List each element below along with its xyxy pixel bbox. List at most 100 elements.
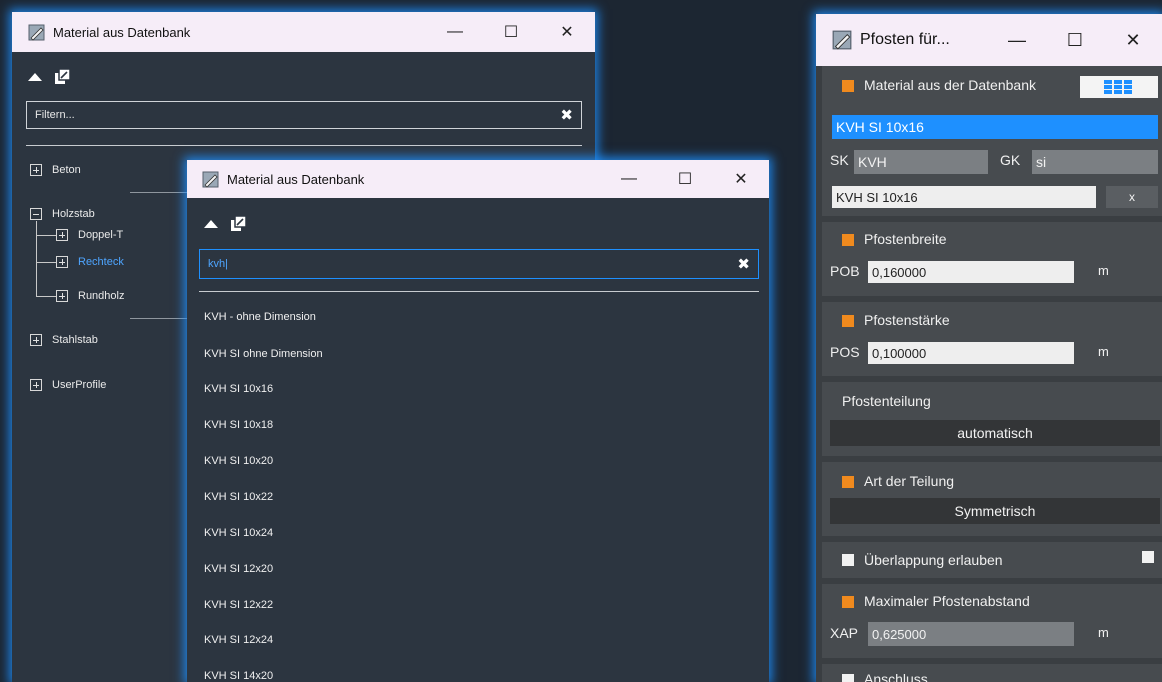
pos-label: POS xyxy=(830,344,860,360)
minimize-button[interactable]: — xyxy=(427,12,483,52)
maximize-button[interactable]: ☐ xyxy=(1046,14,1104,66)
expand-icon[interactable] xyxy=(30,164,42,176)
max-abstand-group: Maximaler Pfostenabstand XAP 0,625000 m xyxy=(822,584,1162,658)
tree-node-userprofile[interactable]: UserProfile xyxy=(30,379,106,391)
pfostenstaerke-group: Pfostenstärke POS 0,100000 m xyxy=(822,302,1162,376)
app-icon xyxy=(28,24,45,41)
pfostenteilung-label: Pfostenteilung xyxy=(842,393,931,409)
window1-title: Material aus Datenbank xyxy=(53,24,191,40)
tree-node-doppel-t[interactable]: Doppel-T xyxy=(56,229,123,241)
list-item[interactable]: KVH SI 10x24 xyxy=(204,527,273,539)
pfostenstaerke-label: Pfostenstärke xyxy=(864,312,950,328)
anschluss-label: Anschluss xyxy=(864,671,928,682)
list-item[interactable]: KVH SI 10x16 xyxy=(204,383,273,395)
window2-title: Material aus Datenbank xyxy=(227,171,365,187)
pob-label: POB xyxy=(830,263,860,279)
list-item[interactable]: KVH SI 12x24 xyxy=(204,634,273,646)
maximize-button[interactable]: ☐ xyxy=(657,160,713,198)
tree-node-rundholz[interactable]: Rundholz xyxy=(56,290,124,302)
gk-label: GK xyxy=(1000,152,1021,168)
list-item[interactable]: KVH SI 12x20 xyxy=(204,563,273,575)
material-selected-field[interactable]: KVH SI 10x16 xyxy=(832,115,1158,139)
ueberlappung-toggle[interactable] xyxy=(1142,551,1154,563)
app-icon xyxy=(832,30,852,50)
expand-icon[interactable] xyxy=(30,379,42,391)
expand-icon[interactable] xyxy=(56,290,68,302)
xap-input[interactable]: 0,625000 xyxy=(868,622,1074,646)
anschluss-checkbox[interactable] xyxy=(842,674,854,682)
collapse-up-icon[interactable] xyxy=(28,73,42,81)
pfostenteilung-dropdown[interactable]: automatisch xyxy=(830,420,1160,446)
list-item[interactable]: KVH SI 10x22 xyxy=(204,491,273,503)
xap-label: XAP xyxy=(830,625,859,641)
tree-node-holzstab[interactable]: Holzstab xyxy=(30,208,95,220)
filter-input[interactable]: Filtern... ✖ xyxy=(26,101,582,129)
list-item[interactable]: KVH - ohne Dimension xyxy=(204,311,316,323)
pob-input[interactable]: 0,160000 xyxy=(868,261,1074,283)
material-label: Material aus der Datenbank xyxy=(864,77,1036,93)
window2-titlebar[interactable]: Material aus Datenbank — ☐ ✕ xyxy=(187,160,769,198)
material-window-2: Material aus Datenbank — ☐ ✕ kvh| ✖ KVH … xyxy=(187,160,769,682)
max-abstand-checkbox[interactable] xyxy=(842,596,854,608)
xap-unit: m xyxy=(1098,625,1109,640)
window1-titlebar[interactable]: Material aus Datenbank — ☐ ✕ xyxy=(12,12,595,52)
minimize-button[interactable]: — xyxy=(988,14,1046,66)
database-grid-icon[interactable] xyxy=(1080,76,1158,98)
clear-search-icon[interactable]: ✖ xyxy=(737,255,750,273)
maximize-button[interactable]: ☐ xyxy=(483,12,539,52)
material-group: Material aus der Datenbank KVH SI 10x16 … xyxy=(822,66,1162,216)
collapse-icon[interactable] xyxy=(30,208,42,220)
expand-icon[interactable] xyxy=(30,334,42,346)
app-icon xyxy=(202,171,219,188)
open-external-icon[interactable] xyxy=(230,216,246,232)
material-clear-button[interactable]: x xyxy=(1106,186,1158,208)
max-abstand-label: Maximaler Pfostenabstand xyxy=(864,593,1030,609)
list-item[interactable]: KVH SI 10x20 xyxy=(204,455,273,467)
divider xyxy=(199,291,759,292)
filter-placeholder: Filtern... xyxy=(35,109,75,121)
pfostenbreite-group: Pfostenbreite POB 0,160000 m xyxy=(822,222,1162,296)
anschluss-group: Anschluss xyxy=(822,664,1162,682)
expand-icon[interactable] xyxy=(56,256,68,268)
list-item[interactable]: KVH SI 12x22 xyxy=(204,599,273,611)
pob-unit: m xyxy=(1098,263,1109,278)
minimize-button[interactable]: — xyxy=(601,160,657,198)
expand-icon[interactable] xyxy=(56,229,68,241)
pfostenteilung-group: Pfostenteilung automatisch xyxy=(822,382,1162,456)
search-input[interactable]: kvh| ✖ xyxy=(199,249,759,279)
material-name-field[interactable]: KVH SI 10x16 xyxy=(832,186,1096,208)
ueberlappung-checkbox[interactable] xyxy=(842,554,854,566)
sk-label: SK xyxy=(830,152,849,168)
pfostenbreite-label: Pfostenbreite xyxy=(864,231,947,247)
window3-title: Pfosten für... xyxy=(860,31,950,48)
art-teilung-label: Art der Teilung xyxy=(864,473,955,489)
tree-node-beton[interactable]: Beton xyxy=(30,164,81,176)
divider xyxy=(26,145,582,146)
sk-field[interactable]: KVH xyxy=(854,150,988,174)
search-value: kvh| xyxy=(208,258,228,270)
open-external-icon[interactable] xyxy=(54,69,70,85)
material-checkbox[interactable] xyxy=(842,80,854,92)
pfostenbreite-checkbox[interactable] xyxy=(842,234,854,246)
pos-unit: m xyxy=(1098,344,1109,359)
window3-titlebar[interactable]: Pfosten für... — ☐ ✕ xyxy=(816,14,1162,66)
tree-line xyxy=(36,221,37,296)
list-item[interactable]: KVH SI 14x20 xyxy=(204,670,273,682)
list-item[interactable]: KVH SI 10x18 xyxy=(204,419,273,431)
pos-input[interactable]: 0,100000 xyxy=(868,342,1074,364)
art-teilung-group: Art der Teilung Symmetrisch xyxy=(822,462,1162,536)
clear-filter-icon[interactable]: ✖ xyxy=(560,106,573,124)
collapse-up-icon[interactable] xyxy=(204,220,218,228)
ueberlappung-label: Überlappung erlauben xyxy=(864,552,1003,568)
close-button[interactable]: ✕ xyxy=(713,160,769,198)
list-item[interactable]: KVH SI ohne Dimension xyxy=(204,348,323,360)
tree-node-stahlstab[interactable]: Stahlstab xyxy=(30,334,98,346)
close-button[interactable]: ✕ xyxy=(539,12,595,52)
art-teilung-checkbox[interactable] xyxy=(842,476,854,488)
close-button[interactable]: ✕ xyxy=(1104,14,1162,66)
ueberlappung-group: Überlappung erlauben xyxy=(822,542,1162,578)
pfostenstaerke-checkbox[interactable] xyxy=(842,315,854,327)
tree-node-rechteck[interactable]: Rechteck xyxy=(56,256,124,268)
gk-field[interactable]: si xyxy=(1032,150,1158,174)
art-teilung-dropdown[interactable]: Symmetrisch xyxy=(830,498,1160,524)
